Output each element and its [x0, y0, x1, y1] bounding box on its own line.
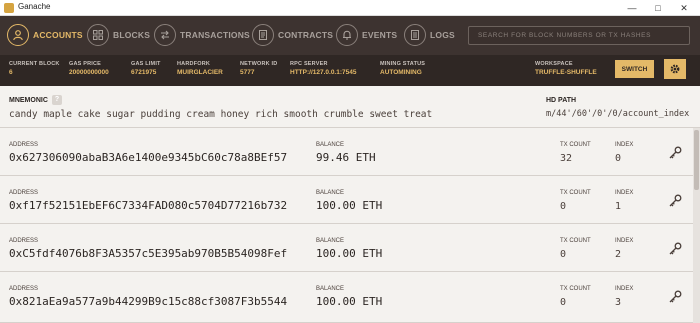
balance-label: BALANCE: [316, 238, 345, 244]
balance-label: BALANCE: [316, 190, 345, 196]
hardfork: HARDFORK MUIRGLACIER: [177, 61, 223, 76]
index-label: INDEX: [615, 238, 634, 244]
network-id: NETWORK ID 5777: [240, 61, 278, 76]
nav-label-transactions: TRANSACTIONS: [180, 30, 250, 40]
address-label: ADDRESS: [9, 238, 39, 244]
key-icon: [669, 290, 682, 303]
server-info-bar: CURRENT BLOCK 6 GAS PRICE 20000000000 GA…: [0, 55, 700, 86]
account-balance: 99.46 ETH: [316, 151, 376, 164]
contracts-icon: [252, 24, 274, 46]
bell-icon: [336, 24, 358, 46]
key-icon: [669, 146, 682, 159]
account-tx-count: 0: [560, 297, 567, 308]
logs-icon: [404, 24, 426, 46]
nav-label-accounts: ACCOUNTS: [33, 30, 83, 40]
close-button[interactable]: ✕: [672, 0, 696, 16]
tx-count-label: TX COUNT: [560, 142, 591, 148]
search-input[interactable]: SEARCH FOR BLOCK NUMBERS OR TX HASHES: [468, 26, 690, 45]
search-placeholder: SEARCH FOR BLOCK NUMBERS OR TX HASHES: [478, 32, 652, 39]
scrollbar-thumb[interactable]: [694, 130, 699, 190]
mnemonic-words: candy maple cake sugar pudding cream hon…: [9, 109, 433, 120]
balance-label: BALANCE: [316, 286, 345, 292]
account-address: 0x821aEa9a577a9b44299B9c15c88cf3087F3b55…: [9, 295, 288, 308]
nav-logs[interactable]: LOGS: [404, 22, 455, 48]
account-address: 0xC5fdf4076b8F3A5357c5E395ab970B5B54098F…: [9, 247, 288, 260]
account-row: ADDRESS 0xC5fdf4076b8F3A5357c5E395ab970B…: [0, 225, 700, 272]
show-keys-button[interactable]: [664, 286, 686, 308]
tx-count-label: TX COUNT: [560, 190, 591, 196]
accounts-scrollbar[interactable]: [693, 128, 700, 323]
tx-count-label: TX COUNT: [560, 238, 591, 244]
account-index: 2: [615, 249, 622, 260]
gear-icon: [670, 64, 680, 74]
account-row: ADDRESS 0xf17f52151EbEF6C7334FAD080c5704…: [0, 177, 700, 224]
index-label: INDEX: [615, 286, 634, 292]
gas-limit: GAS LIMIT 6721975: [131, 61, 161, 76]
balance-label: BALANCE: [316, 142, 345, 148]
address-label: ADDRESS: [9, 190, 39, 196]
current-block: CURRENT BLOCK 6: [9, 61, 60, 76]
switch-workspace-button[interactable]: SWITCH: [615, 60, 654, 78]
nav-contracts[interactable]: CONTRACTS: [252, 22, 333, 48]
transactions-icon: [154, 24, 176, 46]
index-label: INDEX: [615, 190, 634, 196]
show-keys-button[interactable]: [664, 142, 686, 164]
account-address: 0xf17f52151EbEF6C7334FAD080c5704D77216b7…: [9, 199, 288, 212]
account-tx-count: 0: [560, 201, 567, 212]
key-icon: [669, 194, 682, 207]
ganache-logo-icon: [4, 3, 14, 13]
index-label: INDEX: [615, 142, 634, 148]
account-tx-count: 32: [560, 153, 573, 164]
blocks-icon: [87, 24, 109, 46]
workspace: WORKSPACE TRUFFLE-SHUFFLE: [535, 61, 597, 76]
settings-button[interactable]: [664, 59, 686, 79]
account-balance: 100.00 ETH: [316, 247, 383, 260]
nav-label-logs: LOGS: [430, 30, 455, 40]
hd-path-value: m/44'/60'/0'/0/account_index: [546, 109, 690, 119]
nav-accounts[interactable]: ACCOUNTS: [7, 22, 83, 48]
account-index: 3: [615, 297, 622, 308]
mnemonic-section: MNEMONIC ? candy maple cake sugar puddin…: [0, 86, 700, 128]
show-keys-button[interactable]: [664, 238, 686, 260]
account-balance: 100.00 ETH: [316, 295, 383, 308]
mining-status: MINING STATUS AUTOMINING: [380, 61, 426, 76]
gas-price: GAS PRICE 20000000000: [69, 61, 109, 76]
minimize-button[interactable]: —: [620, 0, 644, 16]
nav-blocks[interactable]: BLOCKS: [87, 22, 150, 48]
nav-label-contracts: CONTRACTS: [278, 30, 334, 40]
nav-events[interactable]: EVENTS: [336, 22, 397, 48]
account-index: 0: [615, 153, 622, 164]
address-label: ADDRESS: [9, 142, 39, 148]
nav-label-events: EVENTS: [362, 30, 398, 40]
account-row: ADDRESS 0x627306090abaB3A6e1400e9345bC60…: [0, 129, 700, 176]
account-index: 1: [615, 201, 622, 212]
help-icon[interactable]: ?: [52, 95, 62, 105]
account-balance: 100.00 ETH: [316, 199, 383, 212]
rpc-server: RPC SERVER HTTP://127.0.0.1:7545: [290, 61, 357, 76]
hd-path-label: HD PATH: [546, 97, 577, 104]
nav-transactions[interactable]: TRANSACTIONS: [154, 22, 250, 48]
account-row: ADDRESS 0x821aEa9a577a9b44299B9c15c88cf3…: [0, 273, 700, 323]
main-nav: ACCOUNTS BLOCKS TRANSACTIONS CONTRACTS E…: [0, 16, 700, 55]
user-icon: [7, 24, 29, 46]
window-title: Ganache: [18, 2, 51, 11]
address-label: ADDRESS: [9, 286, 39, 292]
nav-label-blocks: BLOCKS: [113, 30, 151, 40]
title-bar: Ganache — □ ✕: [0, 0, 700, 16]
account-tx-count: 0: [560, 249, 567, 260]
key-icon: [669, 242, 682, 255]
maximize-button[interactable]: □: [646, 0, 670, 16]
mnemonic-label: MNEMONIC: [9, 97, 48, 104]
show-keys-button[interactable]: [664, 190, 686, 212]
tx-count-label: TX COUNT: [560, 286, 591, 292]
account-address: 0x627306090abaB3A6e1400e9345bC60c78a8BEf…: [9, 151, 288, 164]
